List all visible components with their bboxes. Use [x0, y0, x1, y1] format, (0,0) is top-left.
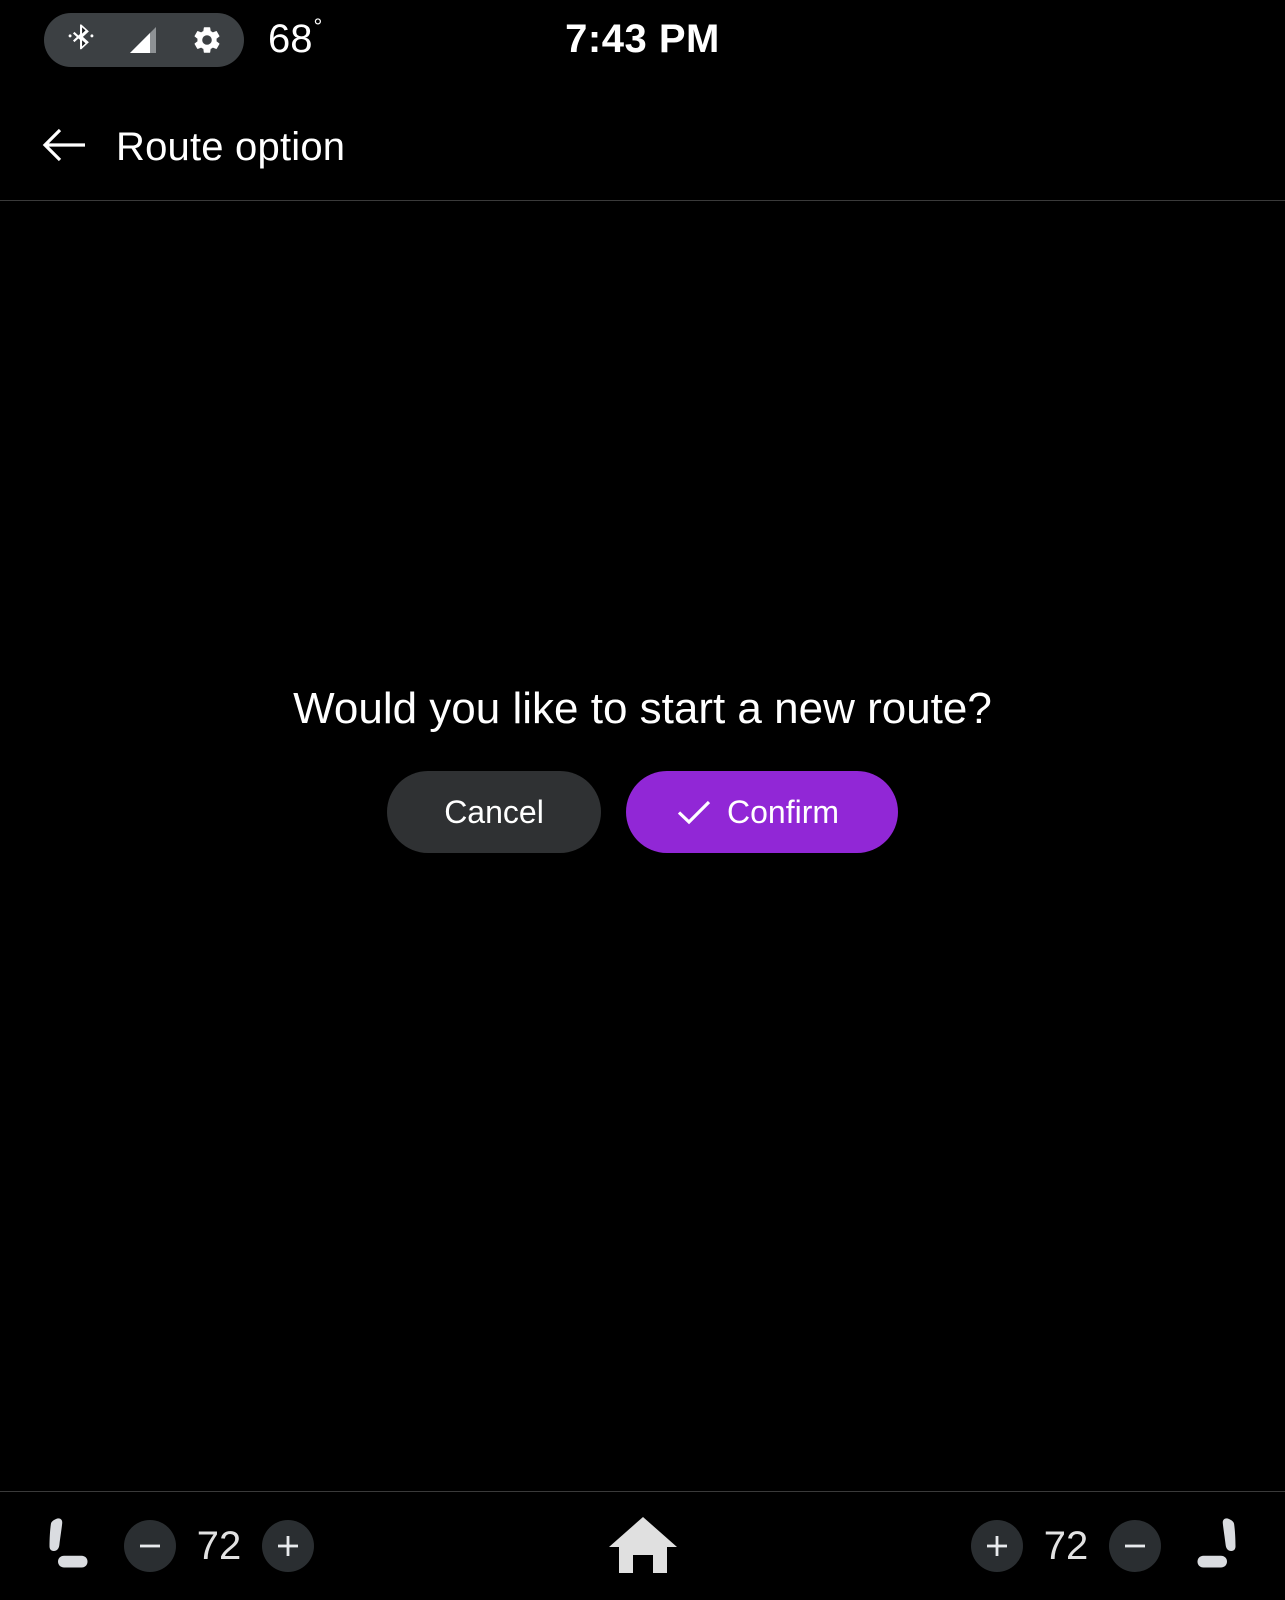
confirm-button-label: Confirm [726, 793, 839, 830]
passenger-temp-decrease-button[interactable] [1109, 1520, 1161, 1572]
cancel-button-label: Cancel [444, 793, 544, 830]
app-bar: Route option [0, 95, 1285, 201]
driver-temp-increase-button[interactable] [262, 1520, 314, 1572]
confirm-button[interactable]: Confirm [626, 771, 898, 853]
driver-seat-icon[interactable] [34, 1512, 96, 1580]
passenger-temperature-value: 72 [1043, 1523, 1089, 1568]
dialog-message: Would you like to start a new route? [293, 684, 992, 733]
page-title: Route option [116, 125, 346, 169]
main-content: Would you like to start a new route? Can… [0, 201, 1285, 1491]
dialog-actions: Cancel Confirm [387, 771, 898, 853]
new-route-dialog: Would you like to start a new route? Can… [0, 201, 1285, 1491]
status-bar: 68 ° 7:43 PM [0, 0, 1285, 95]
passenger-temp-increase-button[interactable] [971, 1520, 1023, 1572]
driver-climate-controls: 72 [34, 1512, 314, 1580]
home-icon [607, 1511, 679, 1582]
cancel-button[interactable]: Cancel [387, 771, 601, 853]
status-clock: 7:43 PM [565, 17, 720, 61]
arrow-left-icon [41, 123, 89, 172]
driver-temperature-value: 72 [196, 1523, 242, 1568]
driver-temp-decrease-button[interactable] [124, 1520, 176, 1572]
home-button[interactable] [603, 1508, 683, 1584]
passenger-seat-icon[interactable] [1189, 1512, 1251, 1580]
check-icon [677, 799, 711, 825]
back-button[interactable] [30, 113, 100, 183]
passenger-climate-controls: 72 [971, 1512, 1251, 1580]
bottom-climate-bar: 72 72 [0, 1491, 1285, 1600]
car-infotainment-screen: 68 ° 7:43 PM Route option Would you like… [0, 0, 1285, 1600]
